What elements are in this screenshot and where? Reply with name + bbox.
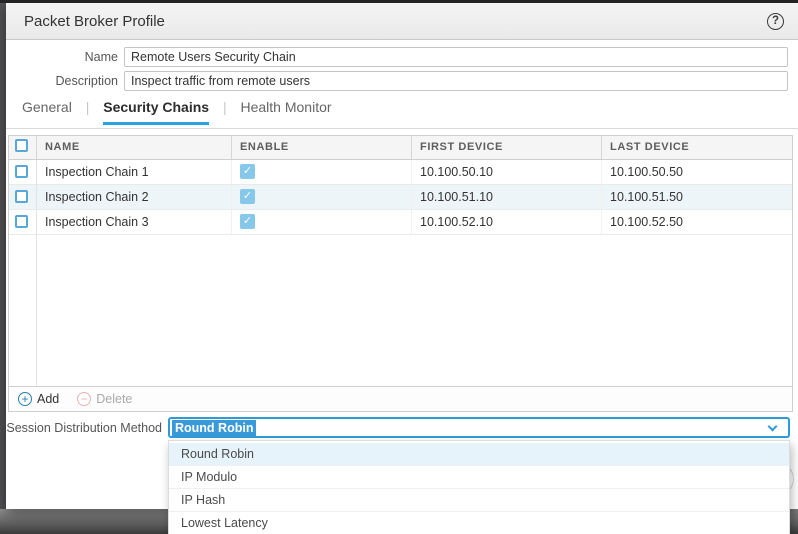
- plus-circle-icon: +: [18, 392, 32, 406]
- tab-general[interactable]: General: [22, 99, 72, 122]
- description-label: Description: [6, 71, 118, 91]
- help-icon[interactable]: ?: [767, 13, 784, 30]
- tab-separator: |: [86, 99, 90, 115]
- cell-last-device: 10.100.52.50: [601, 210, 792, 234]
- column-header-enable[interactable]: ENABLE: [231, 136, 411, 159]
- checkbox-column-divider: [36, 160, 37, 386]
- description-field-row: Description: [6, 71, 790, 91]
- option-round-robin[interactable]: Round Robin: [169, 443, 789, 466]
- security-chains-table: NAME ENABLE FIRST DEVICE LAST DEVICE Ins…: [8, 135, 793, 412]
- tab-separator: |: [223, 99, 227, 115]
- description-input[interactable]: [124, 71, 788, 91]
- header-checkbox-cell: [9, 136, 36, 159]
- enable-checkbox[interactable]: ✓: [240, 214, 255, 229]
- cell-enable: ✓: [231, 210, 411, 234]
- tab-health-monitor[interactable]: Health Monitor: [240, 99, 331, 122]
- row-checkbox-cell: [9, 210, 36, 234]
- select-all-checkbox[interactable]: [15, 139, 28, 152]
- add-button[interactable]: + Add: [18, 392, 59, 406]
- row-checkbox[interactable]: [15, 215, 28, 228]
- add-button-label: Add: [37, 392, 59, 406]
- dialog-title: Packet Broker Profile: [24, 3, 165, 40]
- cell-name: Inspection Chain 2: [36, 185, 231, 209]
- session-distribution-label: Session Distribution Method: [6, 418, 162, 438]
- option-ip-hash[interactable]: IP Hash: [169, 489, 789, 512]
- delete-button[interactable]: − Delete: [77, 392, 132, 406]
- check-icon: ✓: [240, 214, 255, 229]
- table-footer: + Add − Delete: [9, 386, 792, 411]
- cell-first-device: 10.100.51.10: [411, 185, 601, 209]
- check-icon: ✓: [240, 164, 255, 179]
- table-row: Inspection Chain 3 ✓ 10.100.52.10 10.100…: [9, 210, 792, 235]
- name-input[interactable]: [124, 47, 788, 67]
- column-header-last-device[interactable]: LAST DEVICE: [601, 136, 792, 159]
- session-distribution-dropdown: Round Robin IP Modulo IP Hash Lowest Lat…: [168, 440, 790, 534]
- column-header-first-device[interactable]: FIRST DEVICE: [411, 136, 601, 159]
- name-field-row: Name: [6, 47, 790, 67]
- cell-first-device: 10.100.52.10: [411, 210, 601, 234]
- option-ip-modulo[interactable]: IP Modulo: [169, 466, 789, 489]
- table-row: Inspection Chain 1 ✓ 10.100.50.10 10.100…: [9, 160, 792, 185]
- cell-name: Inspection Chain 3: [36, 210, 231, 234]
- packet-broker-profile-dialog: Packet Broker Profile ? Name Description…: [6, 3, 798, 509]
- minus-circle-icon: −: [77, 392, 91, 406]
- chevron-down-icon: [768, 422, 778, 432]
- row-checkbox[interactable]: [15, 165, 28, 178]
- cell-first-device: 10.100.50.10: [411, 160, 601, 184]
- row-checkbox-cell: [9, 160, 36, 184]
- enable-checkbox[interactable]: ✓: [240, 164, 255, 179]
- check-icon: ✓: [240, 189, 255, 204]
- table-header-row: NAME ENABLE FIRST DEVICE LAST DEVICE: [9, 136, 792, 160]
- row-checkbox-cell: [9, 185, 36, 209]
- tab-security-chains[interactable]: Security Chains: [103, 99, 209, 125]
- cell-enable: ✓: [231, 160, 411, 184]
- tabs-divider: [6, 128, 798, 129]
- name-label: Name: [6, 47, 118, 67]
- cell-enable: ✓: [231, 185, 411, 209]
- cell-last-device: 10.100.51.50: [601, 185, 792, 209]
- selected-value: Round Robin: [172, 420, 256, 436]
- delete-button-label: Delete: [96, 392, 132, 406]
- cell-last-device: 10.100.50.50: [601, 160, 792, 184]
- enable-checkbox[interactable]: ✓: [240, 189, 255, 204]
- table-row: Inspection Chain 2 ✓ 10.100.51.10 10.100…: [9, 185, 792, 210]
- tab-bar: General | Security Chains | Health Monit…: [22, 99, 332, 125]
- row-checkbox[interactable]: [15, 190, 28, 203]
- cell-name: Inspection Chain 1: [36, 160, 231, 184]
- session-distribution-select[interactable]: Round Robin: [168, 417, 790, 438]
- dialog-titlebar: Packet Broker Profile ?: [6, 3, 798, 40]
- option-lowest-latency[interactable]: Lowest Latency: [169, 512, 789, 534]
- column-header-name[interactable]: NAME: [36, 136, 231, 159]
